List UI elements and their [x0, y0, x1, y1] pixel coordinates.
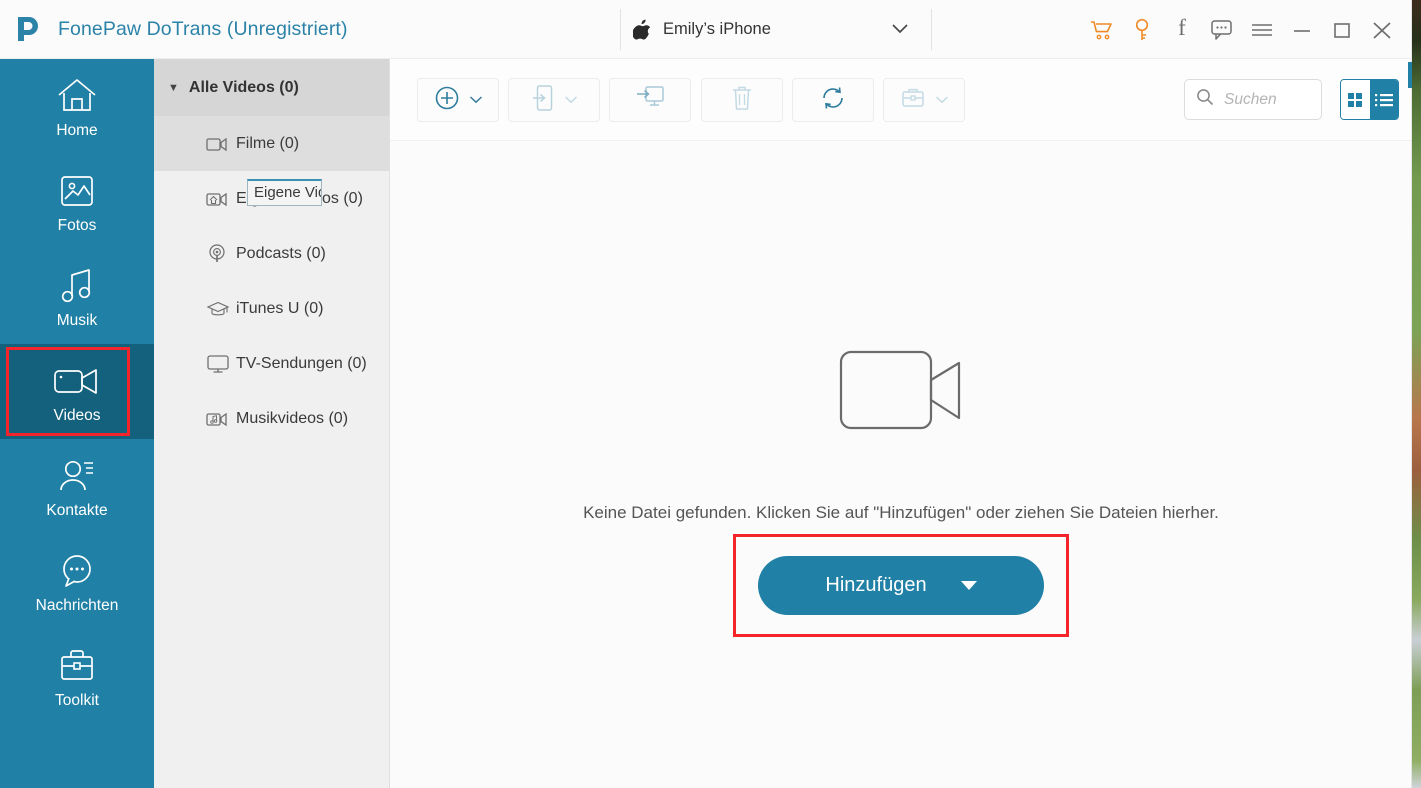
music-icon [58, 264, 96, 308]
sidebar-item-label: Videos [53, 406, 101, 424]
window-edge-accent [1408, 62, 1412, 88]
sidebar-item-fotos[interactable]: Fotos [0, 154, 154, 249]
to-computer-icon [635, 84, 665, 117]
sidebar-item-toolkit[interactable]: Toolkit [0, 629, 154, 724]
podcast-icon [206, 243, 232, 264]
contacts-icon [56, 454, 98, 498]
minimize-icon[interactable] [1282, 10, 1322, 50]
plus-circle-icon [434, 85, 460, 116]
empty-state-message: Keine Datei gefunden. Klicken Sie auf "H… [583, 503, 1219, 522]
category-tooltip: Eigene Videos (0) [247, 179, 322, 206]
sidebar-item-kontakte[interactable]: Kontakte [0, 439, 154, 534]
movie-icon [206, 136, 232, 152]
category-item-podcasts[interactable]: Podcasts (0) [154, 226, 389, 281]
sidebar-item-label: Fotos [57, 216, 97, 234]
content-toolbar [390, 59, 1412, 141]
toolkit-icon [57, 644, 97, 688]
category-sidebar: ▼ Alle Videos (0) Filme (0) Eigene Video… [154, 59, 390, 788]
toolbox-icon [900, 86, 926, 115]
video-icon [52, 359, 102, 403]
add-button-highlight: Hinzufügen [733, 534, 1069, 637]
export-to-pc-button[interactable] [609, 78, 691, 122]
grid-view-icon[interactable] [1341, 80, 1370, 119]
sidebar-item-home[interactable]: Home [0, 59, 154, 154]
menu-icon[interactable] [1242, 10, 1282, 50]
category-item-label: Filme (0) [236, 134, 300, 152]
maximize-icon[interactable] [1322, 10, 1362, 50]
category-header-label: Alle Videos (0) [188, 78, 299, 96]
add-files-button[interactable] [417, 78, 499, 122]
itunesu-icon [206, 300, 232, 318]
refresh-button[interactable] [792, 78, 874, 122]
home-icon [56, 74, 98, 118]
chevron-down-icon[interactable] [564, 91, 578, 109]
app-logo: FonePaw DoTrans (Unregistriert) [0, 14, 348, 44]
toolbox-button[interactable] [883, 78, 965, 122]
category-item-itunes-u[interactable]: iTunes U (0) [154, 281, 389, 336]
primary-sidebar: Home Fotos Musik Videos Kontakte Nachric… [0, 59, 154, 788]
to-phone-icon [531, 83, 555, 118]
device-name: Emily’s iPhone [663, 20, 771, 38]
list-view-icon[interactable] [1369, 80, 1398, 119]
photos-icon [57, 169, 97, 213]
add-button[interactable]: Hinzufügen [758, 556, 1044, 615]
sidebar-item-label: Toolkit [55, 691, 99, 709]
feedback-icon[interactable] [1202, 10, 1242, 50]
window-controls: f [1082, 0, 1402, 59]
app-window: FonePaw DoTrans (Unregistriert) Emily’s … [0, 0, 1412, 788]
app-title: FonePaw DoTrans (Unregistriert) [58, 17, 348, 40]
category-item-label: TV-Sendungen (0) [236, 354, 367, 372]
musicvideo-icon [206, 411, 232, 427]
sidebar-item-label: Home [56, 121, 98, 139]
search-icon [1196, 88, 1214, 111]
category-header-alle-videos[interactable]: ▼ Alle Videos (0) [154, 59, 389, 116]
caret-down-icon[interactable] [960, 581, 977, 590]
video-camera-icon [839, 340, 963, 445]
delete-button[interactable] [701, 78, 783, 122]
search-input[interactable] [1224, 90, 1314, 109]
device-selector[interactable]: Emily’s iPhone [620, 9, 932, 50]
category-item-musikvideos[interactable]: Musikvideos (0) [154, 391, 389, 446]
key-icon[interactable] [1122, 10, 1162, 50]
close-icon[interactable] [1362, 10, 1402, 50]
category-item-tv-sendungen[interactable]: TV-Sendungen (0) [154, 336, 389, 391]
refresh-icon [819, 84, 847, 117]
chevron-down-icon[interactable] [469, 91, 483, 109]
trash-icon [731, 84, 753, 117]
view-mode-toggle [1340, 79, 1399, 120]
search-field[interactable] [1184, 79, 1322, 120]
sidebar-item-videos[interactable]: Videos [0, 344, 154, 439]
category-item-filme[interactable]: Filme (0) [154, 116, 389, 171]
messages-icon [57, 549, 97, 593]
cart-icon[interactable] [1082, 10, 1122, 50]
fonepaw-logo-icon [14, 14, 44, 44]
window-right-border [1411, 0, 1412, 788]
apple-icon [632, 19, 651, 41]
content-area: Keine Datei gefunden. Klicken Sie auf "H… [390, 141, 1412, 788]
sidebar-item-label: Musik [56, 311, 98, 329]
add-button-label: Hinzufügen [825, 574, 927, 596]
export-to-device-button[interactable] [508, 78, 600, 122]
chevron-down-icon: ▼ [168, 81, 179, 94]
sidebar-item-label: Nachrichten [35, 596, 119, 614]
chevron-down-icon[interactable] [935, 91, 949, 109]
tv-icon [206, 354, 232, 374]
facebook-icon[interactable]: f [1162, 10, 1202, 50]
homevideo-icon [206, 191, 232, 207]
category-item-label: Podcasts (0) [236, 244, 326, 262]
sidebar-item-label: Kontakte [46, 501, 108, 519]
title-bar: FonePaw DoTrans (Unregistriert) Emily’s … [0, 0, 1412, 59]
category-item-label: Musikvideos (0) [236, 409, 349, 427]
chevron-down-icon[interactable] [891, 22, 909, 40]
sidebar-item-musik[interactable]: Musik [0, 249, 154, 344]
category-item-label: iTunes U (0) [236, 299, 324, 317]
sidebar-item-nachrichten[interactable]: Nachrichten [0, 534, 154, 629]
